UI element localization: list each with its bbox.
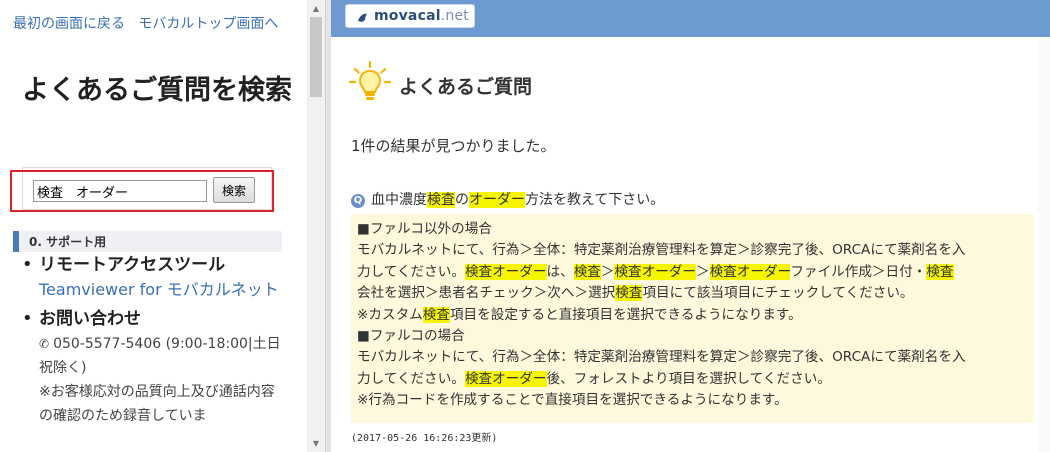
answer-line: ■ファルコ以外の場合: [357, 221, 492, 237]
answer-line: モバカルネットにて、行為＞全体：特定薬剤治療管理料を算定＞診察完了後、ORCAに…: [357, 242, 966, 259]
list-item: • リモートアクセスツール Teamviewer for モバカルネット: [22, 252, 287, 302]
support-list: • リモートアクセスツール Teamviewer for モバカルネット • お…: [22, 252, 287, 428]
question-icon: Q: [351, 194, 365, 208]
bullet-icon: •: [22, 308, 33, 329]
updated-timestamp: (2017-05-26 16:26:23更新): [351, 433, 498, 444]
answer-line: モバカルネットにて、行為＞全体：特定薬剤治療管理料を算定＞診察完了後、ORCAに…: [357, 349, 966, 366]
nav-links: 最初の画面に戻る モバカルトップ画面へ: [13, 13, 298, 35]
recording-note: ※お客様応対の品質向上及び通話内容の確認のため録音していま: [39, 384, 275, 424]
bullet-icon: •: [22, 254, 33, 275]
category-label: 0. サポート用: [29, 235, 107, 249]
main-content: よくあるご質問 1件の結果が見つかりました。 Q 血中濃度検査のオーダー方法を教え…: [331, 37, 1038, 452]
right-scrollbar[interactable]: [1038, 37, 1050, 452]
answer-line: ■ファルコの場合: [357, 328, 465, 345]
search-title: よくあるご質問を検索: [22, 75, 292, 106]
scroll-thumb[interactable]: [310, 17, 322, 97]
item-title: お問い合わせ: [39, 309, 141, 329]
bird-logo-icon: [358, 13, 368, 22]
phone-number: ✆ 050-5577-5406 (9:00-18:00|土日祝除く): [39, 332, 284, 380]
item-title: リモートアクセスツール: [39, 255, 226, 275]
search-button[interactable]: 検索: [213, 177, 255, 203]
lightbulb-icon: [349, 60, 391, 100]
logo-text: movacal.net: [374, 8, 469, 24]
category-header: 0. サポート用: [13, 231, 282, 252]
teamviewer-link[interactable]: Teamviewer for モバカルネット: [39, 278, 284, 302]
search-input[interactable]: [33, 180, 207, 202]
answer-line: ※カスタム検査項目を設定すると直接項目を選択できるようになります。: [357, 306, 802, 323]
top-bar: movacal.net: [331, 0, 1050, 37]
page-title: よくあるご質問: [399, 76, 533, 98]
list-item: • お問い合わせ ✆ 050-5577-5406 (9:00-18:00|土日祝除…: [22, 306, 287, 428]
answer-line: 力してください。検査オーダーは、検査＞検査オーダー＞検査オーダーファイル作成＞日…: [357, 263, 954, 280]
left-scrollbar[interactable]: ▲ ▼: [307, 0, 325, 452]
answer-line: 会社を選択＞患者名チェック＞次へ＞選択検査項目にて該当項目にチェックしてください…: [357, 285, 914, 302]
movacal-top-link[interactable]: モバカルトップ画面へ: [138, 16, 278, 32]
faq-answer: ■ファルコ以外の場合 モバカルネットにて、行為＞全体：特定薬剤治療管理料を算定＞…: [351, 214, 1034, 423]
scroll-up-arrow-icon[interactable]: ▲: [307, 0, 325, 17]
search-form: 検索: [22, 167, 272, 210]
answer-line: 力してください。検査オーダー後、フォレストより項目を選択してください。: [357, 370, 831, 387]
left-frame: 最初の画面に戻る モバカルトップ画面へ よくあるご質問を検索 検索 0. サポー…: [0, 0, 307, 452]
scroll-down-arrow-icon[interactable]: ▼: [307, 435, 325, 452]
result-count: 1件の結果が見つかりました。: [351, 137, 556, 155]
answer-line: ※行為コードを作成することで直接項目を選択できるようになります。: [357, 392, 788, 409]
movacal-logo[interactable]: movacal.net: [345, 4, 475, 28]
right-frame: movacal.net よくあるご質問 1件の結果が見つかりました。 Q 血中濃度…: [331, 0, 1050, 452]
back-to-start-link[interactable]: 最初の画面に戻る: [13, 16, 125, 32]
phone-icon: ✆: [39, 337, 50, 351]
faq-question[interactable]: Q 血中濃度検査のオーダー方法を教えて下さい。: [351, 190, 664, 210]
